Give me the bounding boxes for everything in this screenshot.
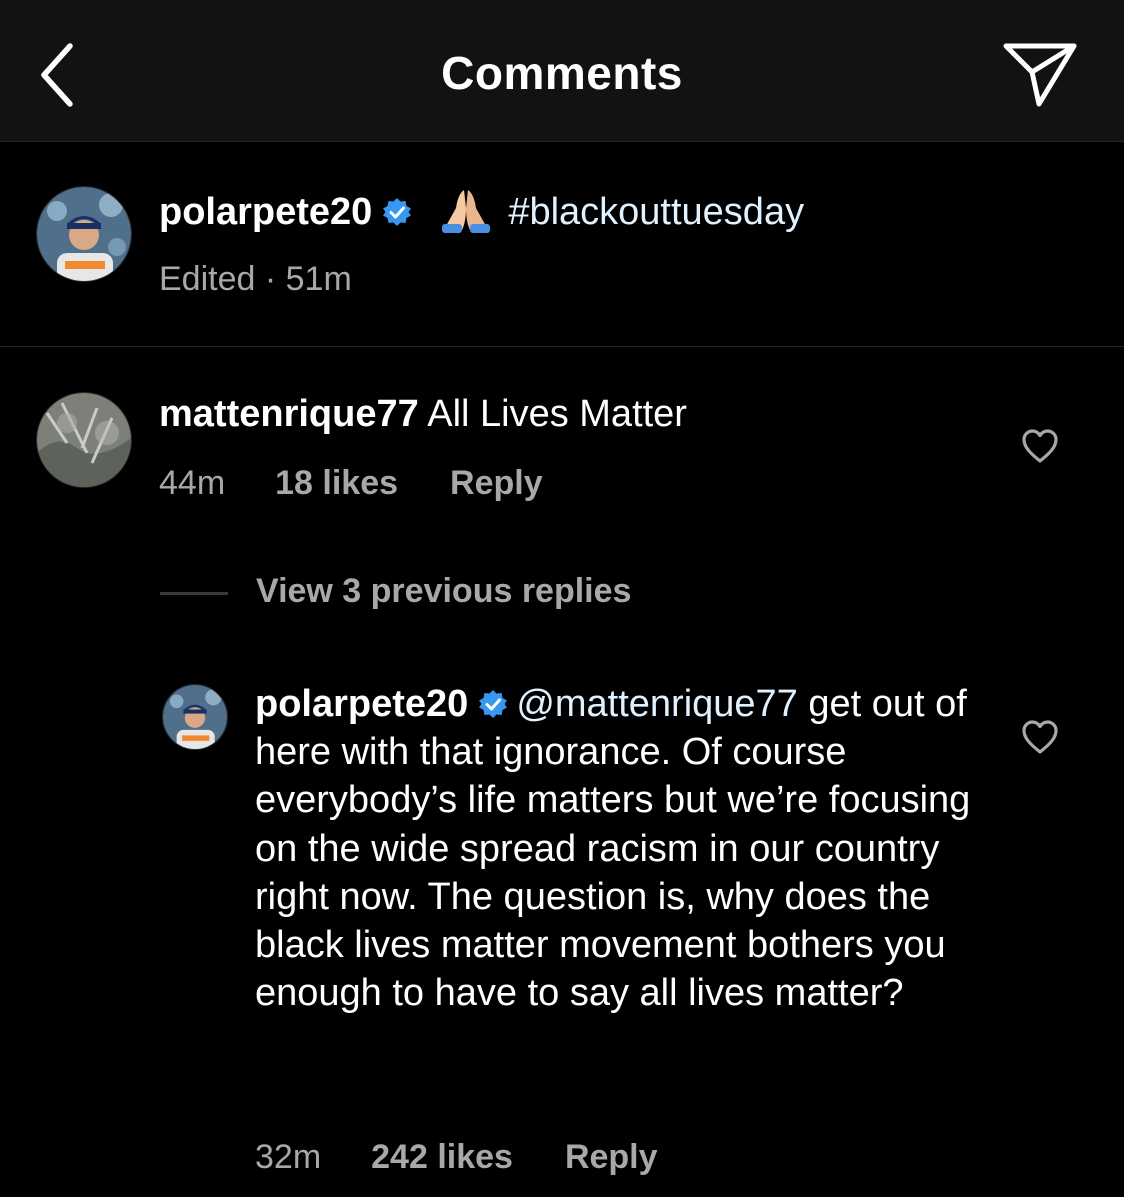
avatar[interactable] (36, 186, 132, 282)
comment-meta: 44m 18 likes Reply (159, 464, 543, 503)
verified-badge-icon (478, 683, 508, 718)
username[interactable]: polarpete20 (159, 191, 372, 233)
username[interactable]: polarpete20 (255, 683, 468, 725)
reply-time: 32m (255, 1138, 322, 1176)
top-bar: Comments (0, 0, 1124, 142)
comment-time: 44m (159, 464, 226, 502)
comment-line: mattenrique77 All Lives Matter (159, 390, 687, 438)
avatar[interactable] (36, 392, 132, 488)
view-previous-replies-button[interactable]: View 3 previous replies (160, 572, 631, 616)
page-title: Comments (441, 47, 683, 99)
view-replies-label: View 3 previous replies (256, 572, 632, 610)
like-heart-icon[interactable] (1020, 717, 1060, 757)
reply-text: get out of here with that ignorance. Of … (255, 683, 971, 1015)
caption-line: polarpete20 #blackouttuesday (159, 186, 804, 236)
username[interactable]: mattenrique77 (159, 393, 419, 435)
share-button[interactable] (996, 36, 1086, 114)
mention-link[interactable]: @mattenrique77 (516, 683, 798, 725)
reply-meta: 32m 242 likes Reply (255, 1138, 658, 1177)
avatar[interactable] (162, 684, 228, 750)
likes-count[interactable]: 242 likes (371, 1138, 513, 1176)
caption-meta: Edited · 51m (159, 260, 352, 298)
reply-comment: polarpete20 @mattenrique77 get out of her… (255, 680, 995, 1017)
praying-hands-emoji (438, 186, 494, 234)
hashtag-link[interactable]: #blackouttuesday (508, 191, 804, 233)
replies-divider (160, 591, 228, 595)
paper-plane-icon (1003, 43, 1077, 107)
post-caption (0, 142, 1124, 347)
verified-badge-icon (382, 191, 412, 226)
reply-button[interactable]: Reply (565, 1138, 658, 1176)
likes-count[interactable]: 18 likes (275, 464, 398, 502)
comment-text: All Lives Matter (427, 393, 687, 435)
reply-button[interactable]: Reply (450, 464, 543, 502)
like-heart-icon[interactable] (1020, 426, 1060, 466)
